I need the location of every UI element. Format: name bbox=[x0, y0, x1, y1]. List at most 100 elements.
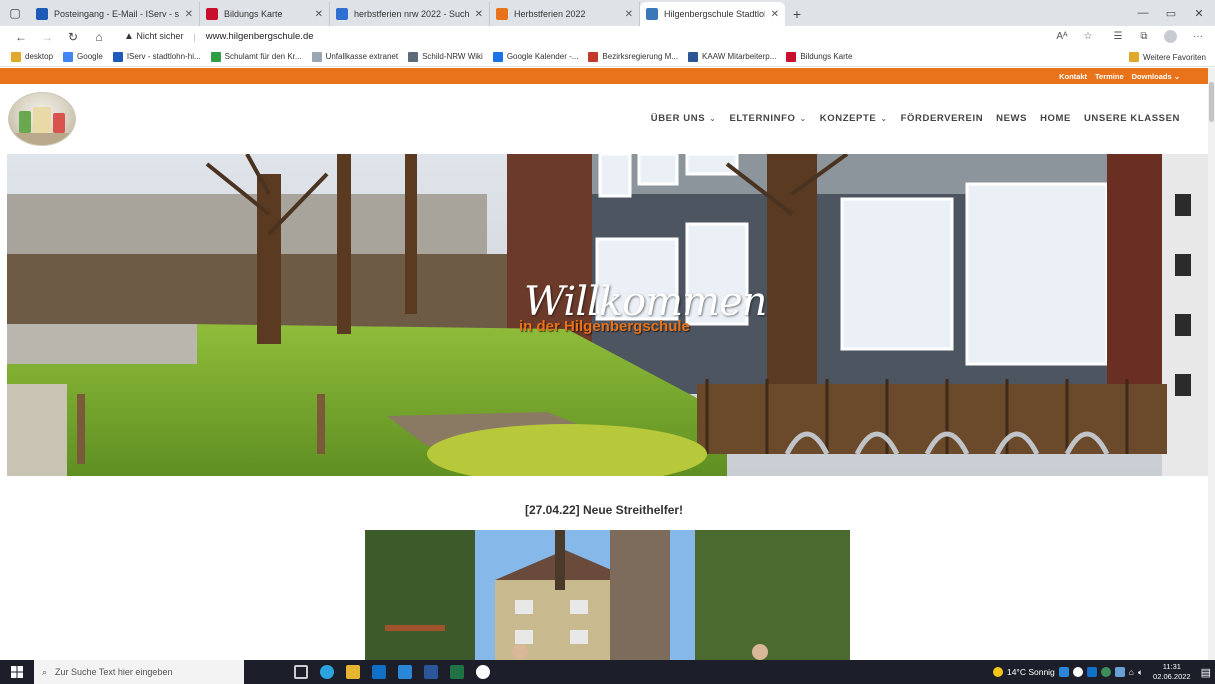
system-tray: 14°C Sonnig ⌂ 🔈︎ 11:31 02.06.2022 ▤ bbox=[992, 660, 1215, 684]
url-field[interactable]: www.hilgenbergschule.de bbox=[206, 31, 314, 42]
bookmark-label: Bezirksregierung M... bbox=[602, 52, 679, 61]
nav-item-label: ELTERNINFO bbox=[729, 113, 796, 124]
bookmark-item[interactable]: Bildungs Karte bbox=[781, 51, 857, 62]
tab-close-icon[interactable]: ✕ bbox=[771, 9, 779, 20]
bookmark-item[interactable]: KAAW Mitarbeiterp... bbox=[683, 51, 781, 62]
maximize-button[interactable]: ▭ bbox=[1156, 2, 1186, 24]
bookmark-item[interactable]: Unfallkasse extranet bbox=[307, 51, 403, 62]
scrollbar-thumb[interactable] bbox=[1209, 82, 1214, 122]
volume-icon[interactable]: 🔈︎ bbox=[1138, 667, 1143, 678]
bookmark-label: Unfallkasse extranet bbox=[325, 52, 399, 61]
security-warning[interactable]: ▲ Nicht sicher bbox=[124, 31, 183, 42]
tab-close-icon[interactable]: ✕ bbox=[475, 9, 483, 20]
nav-item[interactable]: ÜBER UNS ⌄ bbox=[651, 113, 717, 124]
clock-date: 02.06.2022 bbox=[1153, 672, 1191, 681]
browser-tab[interactable]: Bildungs Karte ✕ bbox=[200, 2, 330, 26]
tab-actions-icon[interactable]: ▢ bbox=[0, 0, 30, 26]
windows-start-icon[interactable] bbox=[0, 660, 34, 684]
home-icon[interactable]: ⌂ bbox=[86, 26, 112, 47]
tab-label: Posteingang - E-Mail - IServ - sta bbox=[54, 9, 179, 19]
tab-favicon-icon bbox=[646, 8, 658, 20]
favorite-star-icon[interactable]: ☆ bbox=[1076, 26, 1100, 47]
nav-item[interactable]: KONZEPTE ⌄ bbox=[820, 113, 888, 124]
tab-favicon-icon bbox=[36, 8, 48, 20]
school-logo[interactable] bbox=[8, 92, 76, 146]
favorites-list-icon[interactable]: ☰ bbox=[1106, 26, 1130, 47]
nav-item[interactable]: UNSERE KLASSEN bbox=[1084, 113, 1180, 124]
tab-close-icon[interactable]: ✕ bbox=[185, 9, 193, 20]
outlook-icon[interactable] bbox=[366, 660, 392, 684]
taskbar-clock[interactable]: 11:31 02.06.2022 bbox=[1153, 662, 1191, 682]
file-explorer-icon[interactable] bbox=[340, 660, 366, 684]
bookmark-label: Schild-NRW Wiki bbox=[422, 52, 483, 61]
tray-status-icon[interactable] bbox=[1100, 667, 1111, 677]
bookmark-label: Google Kalender -... bbox=[506, 52, 579, 61]
top-link-downloads[interactable]: Downloads ⌄ bbox=[1132, 72, 1180, 81]
bookmark-item[interactable]: IServ - stadtlohn-hi... bbox=[108, 51, 206, 62]
tray-outlook-icon[interactable] bbox=[1086, 667, 1097, 677]
bookmark-item[interactable]: Bezirksregierung M... bbox=[583, 51, 683, 62]
excel-icon[interactable] bbox=[444, 660, 470, 684]
browser-tab[interactable]: Herbstferien 2022 ✕ bbox=[490, 2, 640, 26]
bookmark-item[interactable]: Schulamt für den Kr... bbox=[206, 51, 307, 62]
chevron-down-icon: ⌄ bbox=[799, 114, 807, 123]
address-separator: | bbox=[193, 31, 196, 42]
top-link-termine[interactable]: Termine bbox=[1095, 72, 1124, 81]
task-view-icon[interactable] bbox=[288, 660, 314, 684]
post-title[interactable]: [27.04.22] Neue Streithelfer! bbox=[0, 503, 1208, 517]
bookmark-icon bbox=[588, 51, 599, 62]
nav-item[interactable]: HOME bbox=[1040, 113, 1071, 124]
bookmark-item[interactable]: Google bbox=[58, 51, 108, 62]
taskbar-search-box[interactable]: ⌕ Zur Suche Text hier eingeben bbox=[34, 660, 244, 684]
notifications-icon[interactable]: ▤ bbox=[1201, 666, 1211, 679]
bookmark-item[interactable]: Google Kalender -... bbox=[488, 51, 584, 62]
other-favorites-folder[interactable]: Weitere Favoriten bbox=[1124, 47, 1211, 67]
tab-close-icon[interactable]: ✕ bbox=[625, 9, 633, 20]
bookmark-icon bbox=[11, 51, 21, 62]
forward-arrow-icon[interactable]: → bbox=[34, 26, 60, 47]
read-aloud-icon[interactable]: Aᴬ bbox=[1050, 26, 1074, 47]
more-menu-icon[interactable]: ··· bbox=[1186, 26, 1210, 47]
browser-tab[interactable]: Posteingang - E-Mail - IServ - sta ✕ bbox=[30, 2, 200, 26]
close-window-button[interactable]: ✕ bbox=[1184, 2, 1214, 24]
app-circle-icon[interactable] bbox=[470, 660, 496, 684]
nav-item-label: FÖRDERVEREIN bbox=[900, 113, 984, 124]
bookmark-item[interactable]: Schild-NRW Wiki bbox=[403, 51, 488, 62]
tab-label: Herbstferien 2022 bbox=[514, 9, 586, 19]
wifi-icon[interactable]: ⌂ bbox=[1129, 667, 1134, 677]
bookmark-icon bbox=[311, 51, 322, 62]
word-icon[interactable] bbox=[418, 660, 444, 684]
chevron-down-icon: ⌄ bbox=[709, 114, 717, 123]
profile-avatar[interactable] bbox=[1158, 26, 1182, 47]
bookmarks-bar: desktop Google IServ - stadtlohn-hi... Schu… bbox=[0, 47, 1215, 67]
edge-browser-icon[interactable] bbox=[314, 660, 340, 684]
nav-item-label: ÜBER UNS bbox=[650, 113, 706, 124]
tray-network-icon[interactable] bbox=[1114, 667, 1125, 677]
weather-label[interactable]: 14°C Sonnig bbox=[1007, 667, 1055, 677]
top-link-kontakt[interactable]: Kontakt bbox=[1059, 72, 1087, 81]
nav-item[interactable]: NEWS bbox=[996, 113, 1027, 124]
collections-icon[interactable]: ⧉ bbox=[1132, 26, 1156, 47]
bookmark-label: Schulamt für den Kr... bbox=[224, 52, 302, 61]
site-header: ÜBER UNS ⌄ ELTERNINFO ⌄ KONZEPTE ⌄ FÖRDERVEREI… bbox=[0, 84, 1208, 154]
reload-icon[interactable]: ↻ bbox=[60, 26, 86, 47]
address-bar: ← → ↻ ⌂ ▲ Nicht sicher | www.hilgenbergs… bbox=[0, 26, 1215, 47]
nav-item[interactable]: FÖRDERVEREIN bbox=[901, 113, 984, 124]
tab-label: herbstferien nrw 2022 - Suche bbox=[354, 9, 469, 19]
tray-circle-icon[interactable] bbox=[1072, 667, 1083, 677]
tab-close-icon[interactable]: ✕ bbox=[315, 9, 323, 20]
browser-tab[interactable]: Hilgenbergschule Stadtlohn ✕ bbox=[640, 2, 785, 26]
post-photo-graphic bbox=[365, 530, 850, 660]
nav-item[interactable]: ELTERNINFO ⌄ bbox=[729, 113, 806, 124]
back-arrow-icon[interactable]: ← bbox=[8, 26, 34, 47]
page-scrollbar[interactable] bbox=[1208, 68, 1215, 660]
post-photo-streithelfer[interactable] bbox=[365, 530, 850, 660]
tray-app-icon[interactable] bbox=[1058, 667, 1069, 677]
browser-tab[interactable]: herbstferien nrw 2022 - Suche ✕ bbox=[330, 2, 490, 26]
minimize-button[interactable]: — bbox=[1128, 2, 1158, 24]
new-tab-button[interactable]: + bbox=[785, 2, 809, 26]
security-label: Nicht sicher bbox=[136, 31, 184, 41]
app-blue-icon[interactable] bbox=[392, 660, 418, 684]
bookmark-item[interactable]: desktop bbox=[6, 51, 58, 62]
clock-time: 11:31 bbox=[1162, 662, 1181, 671]
